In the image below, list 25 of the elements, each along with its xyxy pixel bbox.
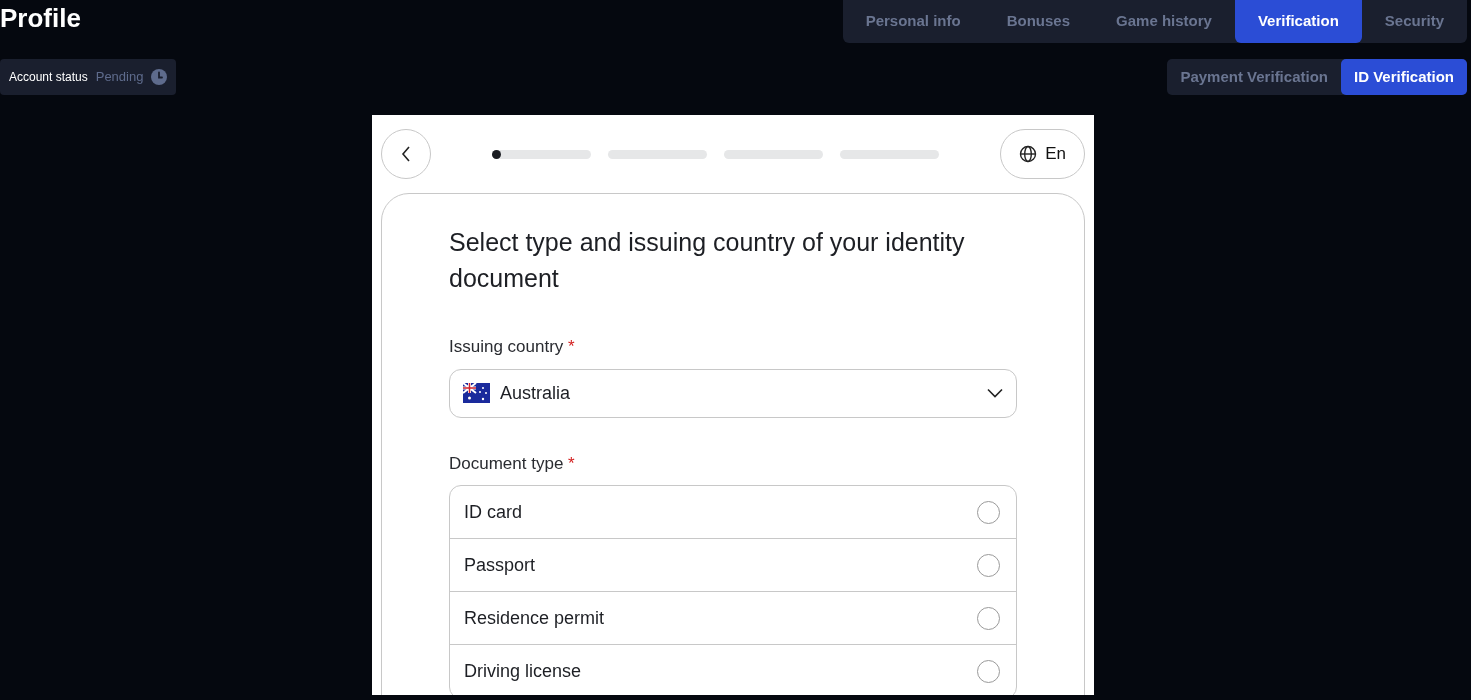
form-heading: Select type and issuing country of your identity document: [449, 227, 966, 294]
document-option[interactable]: Driving license: [450, 645, 1016, 695]
page-title: Profile: [0, 2, 81, 35]
tab[interactable]: Bonuses: [983, 0, 1094, 43]
subtab[interactable]: ID Verification: [1340, 59, 1467, 95]
globe-icon: [1019, 145, 1038, 163]
field-label: Document type *: [449, 452, 576, 475]
chevron-down-icon: [987, 388, 1003, 398]
subtab[interactable]: Payment Verification: [1167, 59, 1341, 95]
document-option[interactable]: Residence permit: [450, 592, 1016, 645]
tab[interactable]: Personal info: [842, 0, 984, 43]
tab[interactable]: Game history: [1093, 0, 1235, 43]
tab[interactable]: Verification: [1234, 0, 1362, 43]
status-value: Pending: [95, 68, 144, 87]
status-label: Account status: [9, 69, 88, 86]
country-select[interactable]: Australia: [449, 368, 1017, 418]
language-button[interactable]: En: [1000, 129, 1085, 179]
field-label: Issuing country *: [449, 336, 576, 358]
clock-icon: [151, 69, 168, 85]
document-option[interactable]: ID card: [450, 486, 1016, 539]
back-button[interactable]: [381, 129, 431, 179]
flag-icon: [463, 383, 490, 403]
document-option[interactable]: Passport: [450, 539, 1016, 592]
back-icon: [401, 146, 411, 162]
tab[interactable]: Security: [1361, 0, 1467, 43]
